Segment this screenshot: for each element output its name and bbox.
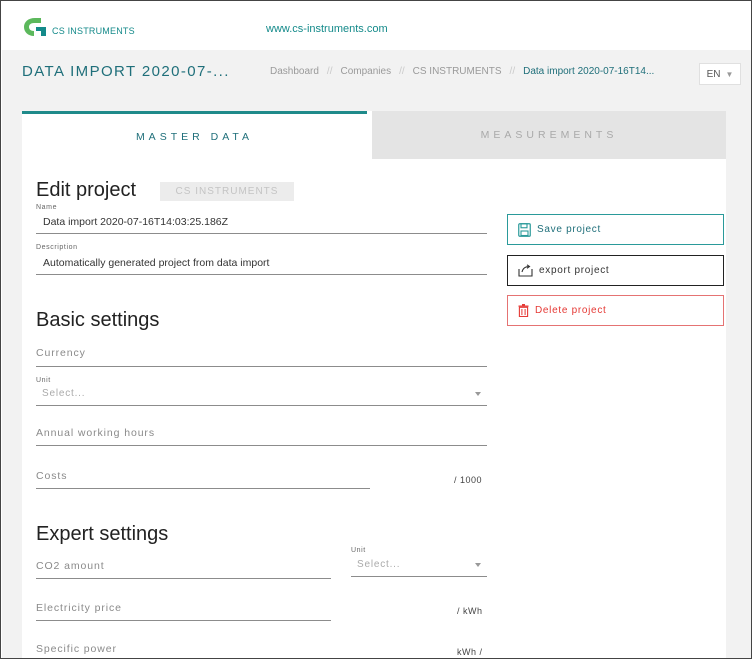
cs-logo-icon [24, 18, 46, 36]
annual-working-hours-placeholder: Annual working hours [36, 427, 155, 439]
electricity-price-placeholder: Electricity price [36, 602, 122, 614]
name-field[interactable]: Data import 2020-07-16T14:03:25.186Z [36, 212, 487, 234]
unit-label: Unit [36, 377, 51, 384]
website-link[interactable]: www.cs-instruments.com [266, 23, 388, 35]
currency-placeholder: Currency [36, 347, 86, 359]
co2-unit-label: Unit [351, 547, 366, 554]
save-icon [518, 222, 531, 237]
page-header: DATA IMPORT 2020-07-... Dashboard // Com… [2, 50, 751, 92]
breadcrumb-separator: // [509, 66, 516, 77]
co2-unit-underline [351, 576, 487, 577]
name-underline [36, 233, 487, 234]
basic-settings-title: Basic settings [36, 309, 160, 331]
breadcrumb-separator: // [326, 66, 333, 77]
description-value: Automatically generated project from dat… [43, 257, 270, 269]
chevron-down-icon [475, 563, 481, 567]
co2-amount-underline [36, 578, 331, 579]
costs-underline [36, 488, 370, 489]
specific-power-suffix: kWh / [457, 647, 483, 657]
language-value: EN [706, 68, 721, 80]
specific-power-placeholder: Specific power [36, 643, 117, 655]
breadcrumb-company[interactable]: CS INSTRUMENTS [413, 66, 502, 77]
tab-measurements[interactable]: MEASUREMENTS [372, 111, 726, 159]
trash-icon [518, 304, 529, 317]
app-window: CS INSTRUMENTS www.cs-instruments.com DA… [0, 0, 752, 659]
co2-amount-placeholder: CO2 amount [36, 560, 105, 572]
name-label: Name [36, 204, 58, 211]
annual-working-hours-input[interactable]: Annual working hours [36, 421, 487, 446]
electricity-price-suffix: / kWh [457, 606, 483, 616]
expert-settings-title: Expert settings [36, 523, 169, 545]
export-project-label: export project [539, 265, 610, 276]
delete-project-label: Delete project [535, 305, 607, 316]
annual-working-hours-underline [36, 445, 487, 446]
electricity-price-underline [36, 620, 331, 621]
co2-amount-input[interactable]: CO2 amount [36, 554, 331, 578]
unit-select[interactable]: Select... [36, 385, 487, 405]
top-bar: CS INSTRUMENTS www.cs-instruments.com [2, 2, 751, 50]
delete-project-button[interactable]: Delete project [507, 295, 724, 326]
language-select[interactable]: EN ▼ [699, 63, 741, 85]
costs-input[interactable]: Costs [36, 464, 370, 489]
breadcrumb-current: Data import 2020-07-16T14... [523, 66, 655, 77]
company-badge: CS INSTRUMENTS [160, 182, 294, 201]
logo-text: CS INSTRUMENTS [52, 26, 135, 36]
tab-master-data[interactable]: MASTER DATA [22, 111, 367, 159]
specific-power-input[interactable]: Specific power [36, 638, 331, 658]
chevron-down-icon: ▼ [725, 69, 734, 79]
currency-input[interactable]: Currency [36, 341, 487, 366]
breadcrumb: Dashboard // Companies // CS INSTRUMENTS… [270, 66, 654, 77]
unit-select-value: Select... [42, 388, 86, 399]
breadcrumb-companies[interactable]: Companies [340, 66, 391, 77]
save-project-button[interactable]: Save project [507, 214, 724, 245]
costs-suffix: / 1000 [454, 475, 483, 485]
description-field[interactable]: Automatically generated project from dat… [36, 253, 487, 275]
edit-project-title: Edit project [36, 179, 137, 201]
export-icon [518, 264, 533, 277]
description-underline [36, 274, 487, 275]
co2-unit-select-value: Select... [357, 559, 401, 570]
save-project-label: Save project [537, 224, 601, 235]
export-project-button[interactable]: export project [507, 255, 724, 286]
description-label: Description [36, 244, 78, 251]
electricity-price-input[interactable]: Electricity price [36, 597, 331, 621]
company-logo[interactable]: CS INSTRUMENTS [22, 12, 135, 42]
page-title: DATA IMPORT 2020-07-... [22, 63, 230, 80]
name-value: Data import 2020-07-16T14:03:25.186Z [43, 216, 229, 228]
breadcrumb-separator: // [399, 66, 405, 77]
breadcrumb-dashboard[interactable]: Dashboard [270, 66, 319, 77]
co2-unit-select[interactable]: Select... [351, 556, 487, 576]
costs-placeholder: Costs [36, 470, 68, 482]
unit-underline [36, 405, 487, 406]
currency-underline [36, 366, 487, 367]
chevron-down-icon [475, 392, 481, 396]
